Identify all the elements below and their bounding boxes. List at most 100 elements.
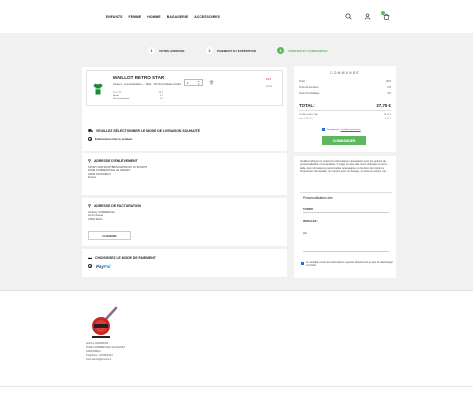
summary-value: 29 € <box>385 80 391 83</box>
location-pin-icon: ⚲ <box>88 158 91 163</box>
paypal-logo-text-1: Pay <box>96 264 104 269</box>
nav-item-femme[interactable]: FEMME <box>129 15 142 19</box>
section-title: CHOISISSEZ LE MODE DE PAIEMENT <box>95 255 156 260</box>
payment-method-title: ▬ CHOISISSEZ LE MODE DE PAIEMENT <box>88 255 156 260</box>
detail-value: 5 € <box>159 95 163 97</box>
shipping-method-title: ⛟ VEUILLEZ SÉLECTIONNER LE MODE DE LIVRA… <box>88 128 200 134</box>
product-thumbnail[interactable] <box>93 83 103 95</box>
pickup-address-text: SPORT 2000 MONTBRISON/PRIORY 22 SPORTS Z… <box>88 166 147 179</box>
terms-link[interactable]: conditions générales <box>341 129 361 131</box>
initials-field-label: INITIALES : <box>303 219 319 223</box>
direct-entry-consent[interactable]: Je souhaite entrer les informations requ… <box>301 261 395 267</box>
location-pin-icon: ⚲ <box>88 203 91 208</box>
summary-row: Frais d'emballage 0 € <box>299 92 391 95</box>
tax-value: 23,13 € <box>383 114 391 116</box>
total-label: TOTAL: <box>299 103 315 108</box>
nav-item-bagagerie[interactable]: BAGAGERIE <box>167 15 188 19</box>
address-line: France <box>88 175 97 179</box>
personalisation-card <box>294 156 396 278</box>
product-detail-line: Prix TTC 19 € <box>113 92 163 94</box>
radio-selected-icon[interactable] <box>88 264 92 268</box>
tax-label: TOTAL HORS TVA <box>299 114 318 116</box>
step-number: 3 <box>277 47 284 54</box>
product-description: Couleur : emeraude/blanc — Taille : T12 … <box>113 83 181 86</box>
name-field-label: TORRO <box>303 207 314 211</box>
footer-divider <box>0 290 473 291</box>
main-nav: ENFANTS FEMME HOMME BAGAGERIE ACCESSOIRE… <box>106 15 220 19</box>
section-title: ADRESSE D'ENLÈVEMENT <box>93 158 138 163</box>
option-label: Enlèvement chez le vendeur <box>95 137 133 141</box>
detail-label: Prix TTC <box>113 92 122 94</box>
total-value: 27,75 € <box>376 103 391 108</box>
product-price-note: Inclus <box>266 85 273 88</box>
summary-label: Frais de livraison <box>299 86 319 89</box>
quantity-arrows-icon[interactable]: ▲ ▼ <box>198 80 200 86</box>
personalisation-textarea[interactable] <box>303 228 389 252</box>
cart-count-badge <box>381 11 385 15</box>
nav-item-homme[interactable]: HOMME <box>147 15 161 19</box>
site-header: ENFANTS FEMME HOMME BAGAGERIE ACCESSOIRE… <box>0 0 473 33</box>
store-logo[interactable] <box>86 305 122 341</box>
pickup-address-title: ⚲ ADRESSE D'ENLÈVEMENT <box>88 158 138 163</box>
personalisation-note: Veuillez indiquer ici toutes les informa… <box>300 160 389 174</box>
radio-selected-icon[interactable] <box>88 137 92 141</box>
shipping-option-pickup[interactable]: Enlèvement chez le vendeur <box>88 137 132 141</box>
checkout-steps: 1 VOTRE ADRESSE 2 PAIEMENT ET EXPÉDITION… <box>0 46 473 56</box>
payment-method-card <box>82 249 287 277</box>
billing-address-title: ⚲ ADRESSE DE FACTURATION <box>88 203 141 208</box>
order-button[interactable]: COMMANDER <box>322 136 366 145</box>
footer-line: Anthony MADRIDAS <box>86 342 109 345</box>
name-field-underline[interactable] <box>303 212 389 213</box>
product-detail-line: Personnalisation 5 € <box>113 98 163 100</box>
summary-row: Total 29 € <box>299 80 391 83</box>
footer-email[interactable]: sport.esport@armoire.fr <box>86 358 111 361</box>
summary-label: Total <box>299 80 305 83</box>
terms-checkbox[interactable] <box>322 128 325 131</box>
summary-title: COMMANDE <box>330 71 360 75</box>
step-payment-shipping[interactable]: 2 PAIEMENT ET EXPÉDITION <box>206 47 256 54</box>
detail-value: 19 € <box>158 92 163 94</box>
footer-phone[interactable]: Téléphone : 0478901324 <box>86 354 113 357</box>
terms-text: J'accepte les <box>326 128 340 131</box>
footer-bottom-divider <box>0 386 473 387</box>
step-label: VOTRE ADRESSE <box>159 48 185 53</box>
truck-icon: ⛟ <box>88 128 94 133</box>
billing-address-text: Anthony COMMENCAL 22 du Gravet 42600 Mar… <box>88 211 115 221</box>
step-address[interactable]: 1 VOTRE ADRESSE <box>148 47 185 54</box>
detail-label: Personnalisation <box>113 98 130 100</box>
summary-divider <box>299 110 391 111</box>
footer-line: 42600 BRIEU <box>86 350 101 353</box>
paypal-logo[interactable]: PayPal <box>96 264 110 269</box>
nav-item-accessoires[interactable]: ACCESSOIRES <box>194 15 220 19</box>
product-name[interactable]: MAILLOT RETRO STAR <box>113 75 164 80</box>
personalisation-title: Personnalisation des <box>303 196 333 200</box>
summary-value: 0 € <box>387 86 391 89</box>
search-icon[interactable] <box>345 13 352 20</box>
address-line: 42600 Marie <box>88 217 103 221</box>
nav-item-enfants[interactable]: ENFANTS <box>106 15 123 19</box>
footer-line: ZONE COMMERCIALE LE GRAVET <box>86 346 126 349</box>
summary-tax-row: dont TVA 20% 4,62 € <box>299 118 391 120</box>
credit-card-icon: ▬ <box>88 255 92 260</box>
section-title: VEUILLEZ SÉLECTIONNER LE MODE DE LIVRAIS… <box>96 129 200 133</box>
tax-label: dont TVA 20% <box>299 118 313 120</box>
summary-tax-row: TOTAL HORS TVA 23,13 € <box>299 114 391 116</box>
trash-icon[interactable]: 🗑 <box>209 80 214 85</box>
personalisation-divider <box>300 192 392 193</box>
product-detail-line: Brodé 5 € <box>113 95 163 97</box>
detail-value: 5 € <box>159 98 163 100</box>
change-billing-button[interactable]: CHANGER <box>88 231 131 240</box>
tax-value: 4,62 € <box>384 118 391 120</box>
summary-value: 0 € <box>387 92 391 95</box>
step-review-order[interactable]: 3 VÉRIFIER ET COMMANDER <box>277 47 328 54</box>
step-label: PAIEMENT ET EXPÉDITION <box>217 48 256 53</box>
payment-option-paypal[interactable] <box>88 264 92 268</box>
product-price: 29 € <box>266 78 272 81</box>
quantity-stepper[interactable]: 1 ▲ ▼ <box>184 79 203 86</box>
step-number: 2 <box>206 47 213 54</box>
user-icon[interactable] <box>364 13 371 20</box>
consent-checkbox[interactable] <box>301 261 304 265</box>
paypal-logo-text-2: Pal <box>103 264 111 269</box>
terms-acceptance[interactable]: J'accepte les conditions générales <box>322 128 361 131</box>
summary-label: Frais d'emballage <box>299 92 320 95</box>
